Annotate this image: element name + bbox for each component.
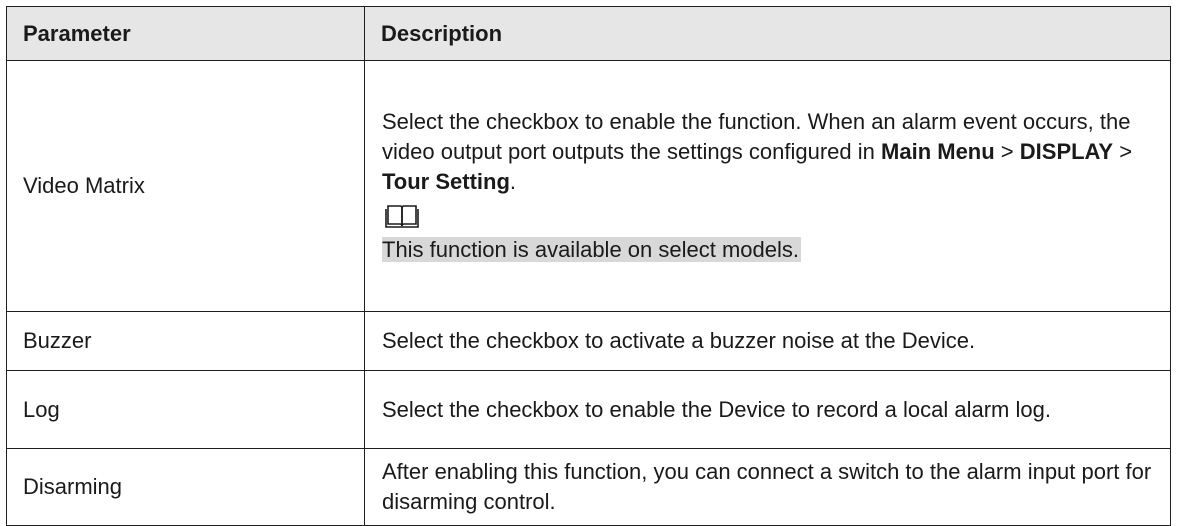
parameter-name: Video Matrix [6, 60, 365, 312]
table-row: Disarming After enabling this function, … [6, 448, 1171, 526]
parameter-description: After enabling this function, you can co… [364, 448, 1171, 526]
header-parameter: Parameter [6, 6, 365, 61]
table-row: Video Matrix Select the checkbox to enab… [6, 60, 1171, 312]
parameter-name: Log [6, 370, 365, 449]
menu-path-tour-setting: Tour Setting [382, 169, 510, 194]
table-row: Buzzer Select the checkbox to activate a… [6, 311, 1171, 371]
menu-path-separator: > [994, 139, 1020, 164]
parameter-name: Disarming [6, 448, 365, 526]
parameter-description: Select the checkbox to enable the Device… [364, 370, 1171, 449]
table-header-row: Parameter Description [6, 6, 1171, 61]
parameter-description: Select the checkbox to enable the functi… [364, 60, 1171, 312]
header-description: Description [364, 6, 1171, 61]
menu-path-end: . [509, 169, 517, 194]
parameter-description: Select the checkbox to activate a buzzer… [364, 311, 1171, 371]
table-row: Log Select the checkbox to enable the De… [6, 370, 1171, 449]
book-icon [385, 205, 419, 228]
parameter-table: Parameter Description Video Matrix Selec… [6, 6, 1171, 526]
menu-path-separator: > [1113, 139, 1133, 164]
note-text: This function is available on select mod… [382, 237, 801, 262]
menu-path-main-menu: Main Menu [881, 139, 995, 164]
parameter-name: Buzzer [6, 311, 365, 371]
menu-path-display: DISPLAY [1019, 139, 1114, 164]
